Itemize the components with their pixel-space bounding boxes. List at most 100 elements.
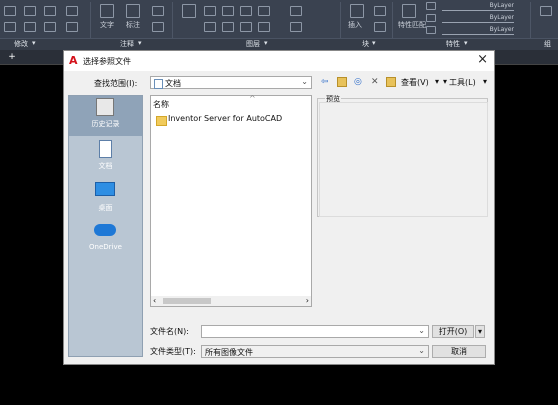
move-icon[interactable]	[4, 6, 16, 16]
views-menu[interactable]: 查看(V)	[401, 77, 429, 88]
chevron-down-icon: ⌄	[418, 346, 425, 355]
places-bar: 历史记录 文档 桌面 OneDrive	[68, 95, 143, 357]
place-label: OneDrive	[89, 243, 122, 251]
file-list[interactable]: 名称 ^ Inventor Server for AutoCAD ‹ ›	[150, 94, 312, 307]
place-label: 历史记录	[91, 120, 120, 128]
panel-block[interactable]: 块	[362, 39, 369, 49]
place-history[interactable]: 历史记录	[69, 96, 142, 136]
table-icon[interactable]	[152, 22, 164, 32]
up-folder-icon[interactable]	[337, 77, 347, 87]
history-icon	[96, 98, 114, 116]
search-web-icon[interactable]: ◎	[354, 77, 362, 87]
dim-tool-label[interactable]: 标注	[126, 20, 140, 30]
group-icon[interactable]	[540, 6, 552, 16]
onedrive-icon	[94, 224, 116, 236]
lookin-select[interactable]: 文档 ⌄	[150, 76, 312, 89]
filename-input[interactable]: ⌄	[201, 325, 429, 338]
tools-menu-arrow[interactable]: ▾	[483, 77, 487, 86]
panel-modify[interactable]: 修改	[14, 39, 28, 49]
select-reference-file-dialog: A 选择参照文件 × 查找范围(I): 文档 ⌄ ⇦ ◎ ✕ 查看(V) ▾ ▾…	[63, 50, 495, 365]
dialog-titlebar: A 选择参照文件 ×	[64, 51, 494, 71]
filetype-select[interactable]: 所有图像文件 ⌄	[201, 345, 429, 358]
panel-groups[interactable]: 组	[544, 39, 551, 49]
place-onedrive[interactable]: OneDrive	[69, 220, 142, 260]
new-tab-icon[interactable]: +	[6, 52, 18, 62]
panel-layers-arrow[interactable]: ▾	[264, 39, 268, 47]
linetype-select[interactable]: ByLayer	[442, 26, 514, 35]
close-icon[interactable]: ×	[477, 53, 488, 67]
preview-area	[319, 102, 488, 217]
dimension-icon[interactable]	[126, 4, 140, 18]
block-icon[interactable]	[374, 6, 386, 16]
layer-icon[interactable]	[290, 22, 302, 32]
lineweight-icon[interactable]	[426, 14, 436, 22]
place-label: 桌面	[98, 204, 113, 212]
block-icon[interactable]	[374, 22, 386, 32]
explode-icon[interactable]	[66, 22, 78, 32]
back-icon[interactable]: ⇦	[321, 77, 329, 87]
match-tool-label[interactable]: 特性匹配	[398, 20, 426, 30]
autocad-logo-icon: A	[69, 54, 78, 67]
panel-annotate[interactable]: 注释	[120, 39, 134, 49]
views-menu-arrow[interactable]: ▾	[435, 77, 439, 86]
layer-icon[interactable]	[204, 22, 216, 32]
list-item[interactable]: Inventor Server for AutoCAD	[168, 114, 282, 123]
ribbon-panel-bar	[0, 38, 558, 50]
panel-properties[interactable]: 特性	[446, 39, 460, 49]
horizontal-scrollbar[interactable]: ‹ ›	[151, 296, 311, 306]
match-properties-icon[interactable]	[402, 4, 416, 18]
scroll-right-icon[interactable]: ›	[306, 296, 309, 305]
preview-group: 预览	[317, 94, 488, 217]
panel-modify-arrow[interactable]: ▾	[32, 39, 36, 47]
layer-icon[interactable]	[258, 22, 270, 32]
layer-icon[interactable]	[222, 6, 234, 16]
delete-icon[interactable]: ✕	[371, 77, 379, 87]
open-button[interactable]: 打开(O)	[432, 325, 474, 338]
layer-icon[interactable]	[258, 6, 270, 16]
panel-properties-arrow[interactable]: ▾	[464, 39, 468, 47]
open-options-arrow[interactable]: ▾	[475, 325, 485, 338]
cancel-button[interactable]: 取消	[432, 345, 486, 358]
new-folder-icon[interactable]	[386, 77, 396, 87]
desktop-icon	[95, 182, 115, 196]
scrollbar-thumb[interactable]	[163, 298, 211, 304]
panel-layers[interactable]: 图层	[246, 39, 260, 49]
copy-icon[interactable]	[24, 6, 36, 16]
layer-icon[interactable]	[222, 22, 234, 32]
array-icon[interactable]	[24, 22, 36, 32]
lookin-label: 查找范围(I):	[94, 79, 138, 88]
linetype-icon[interactable]	[426, 26, 436, 34]
tools-menu[interactable]: 工具(L)	[449, 77, 476, 88]
layer-icon[interactable]	[240, 22, 252, 32]
insert-block-icon[interactable]	[350, 4, 364, 18]
place-documents[interactable]: 文档	[69, 138, 142, 178]
insert-tool-label[interactable]: 插入	[348, 20, 362, 30]
layer-properties-icon[interactable]	[182, 4, 196, 18]
column-header-name[interactable]: 名称	[153, 99, 169, 110]
documents-icon	[99, 140, 112, 158]
stretch-icon[interactable]	[44, 6, 56, 16]
filetype-label: 文件类型(T):	[150, 347, 196, 356]
leader-icon[interactable]	[152, 6, 164, 16]
panel-annotate-arrow[interactable]: ▾	[138, 39, 142, 47]
filename-label: 文件名(N):	[150, 327, 189, 336]
filetype-value: 所有图像文件	[205, 348, 253, 357]
text-icon[interactable]	[100, 4, 114, 18]
folder-icon	[156, 116, 167, 126]
text-tool-label[interactable]: 文字	[100, 20, 114, 30]
panel-block-arrow[interactable]: ▾	[372, 39, 376, 47]
color-select[interactable]: ByLayer	[442, 2, 514, 11]
layer-icon[interactable]	[240, 6, 252, 16]
scroll-left-icon[interactable]: ‹	[153, 296, 156, 305]
place-desktop[interactable]: 桌面	[69, 180, 142, 220]
place-label: 文档	[98, 162, 113, 170]
layer-icon[interactable]	[290, 6, 302, 16]
layer-icon[interactable]	[204, 6, 216, 16]
mirror-icon[interactable]	[4, 22, 16, 32]
scale-icon[interactable]	[44, 22, 56, 32]
color-icon[interactable]	[426, 2, 436, 10]
erase-icon[interactable]	[66, 6, 78, 16]
lineweight-select[interactable]: ByLayer	[442, 14, 514, 23]
sort-arrow-icon: ^	[249, 94, 256, 103]
lookin-value: 文档	[165, 79, 181, 88]
